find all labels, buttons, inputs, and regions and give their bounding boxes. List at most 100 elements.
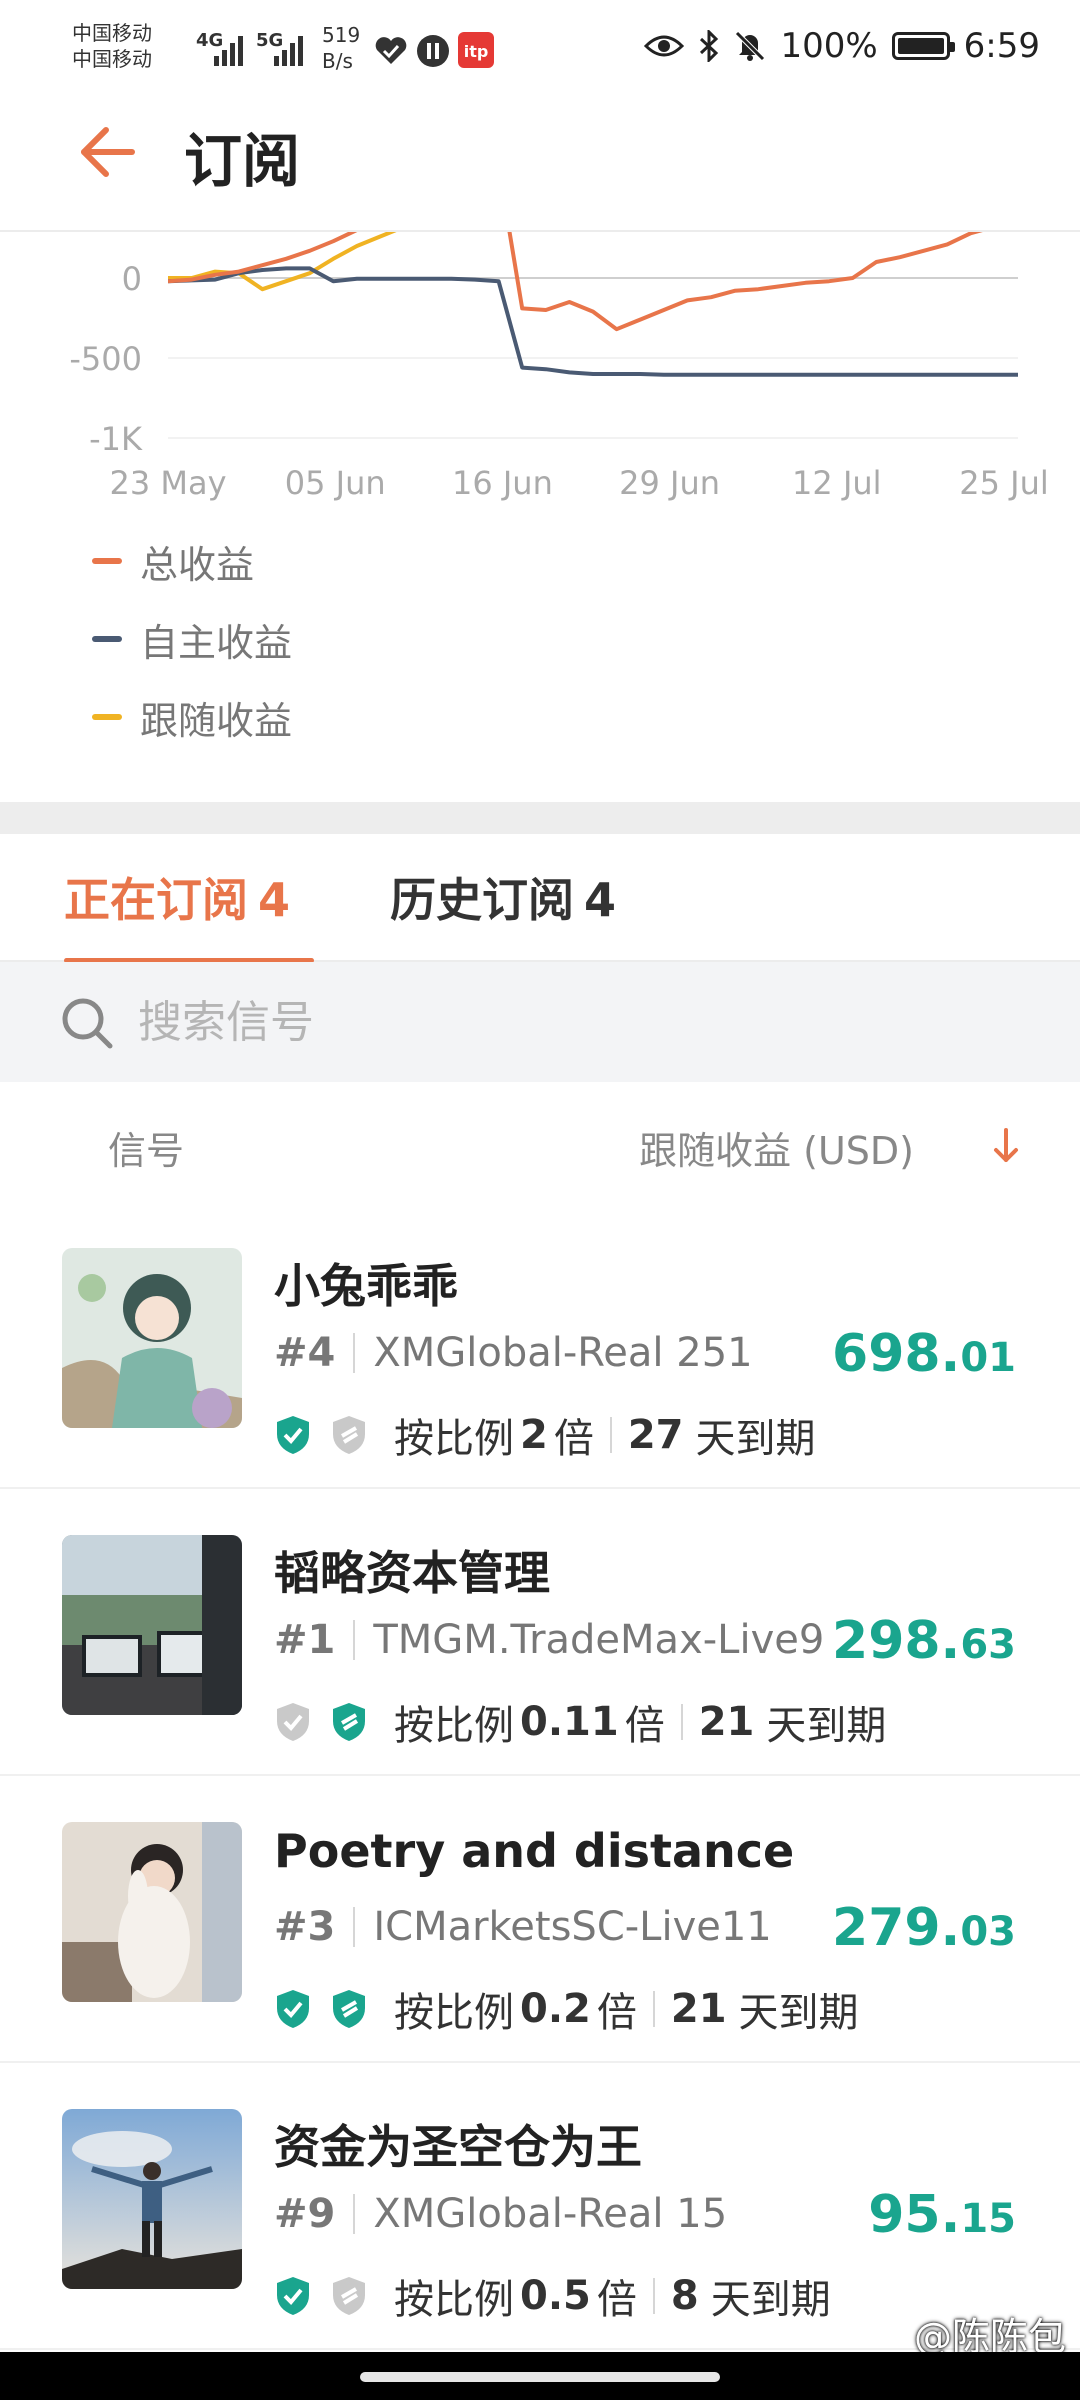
signal-server: XMGlobal-Real 251 bbox=[373, 1330, 753, 1376]
ratio-prefix: 按比例 bbox=[394, 1990, 514, 2036]
x-tick-label: 12 Jul bbox=[792, 464, 882, 502]
battery-icon bbox=[891, 32, 955, 60]
profit-chart: 0 -500 -1K 23 May 05 Jun 16 Jun 29 Jun 12 Jul 25… bbox=[0, 232, 1080, 802]
search-bar bbox=[0, 962, 1080, 1082]
legend-label: 自主收益 bbox=[140, 620, 293, 665]
battery-percent: 100% bbox=[780, 26, 878, 66]
page-title: 订阅 bbox=[184, 127, 301, 195]
x-tick-label: 25 Jul bbox=[959, 464, 1049, 502]
y-tick-label: -1K bbox=[89, 420, 143, 458]
protection-shield-icon bbox=[333, 1990, 365, 2028]
signal-name: 韬略资本管理 bbox=[274, 1546, 550, 1600]
follow-profit: 298.63 bbox=[832, 1611, 1016, 1671]
signal-icon bbox=[214, 36, 243, 66]
x-tick-label: 23 May bbox=[109, 464, 226, 502]
ratio-value: 0.2 bbox=[520, 1986, 591, 2032]
follow-profit: 279.03 bbox=[832, 1898, 1016, 1958]
ratio-suffix: 倍 bbox=[624, 1703, 665, 1749]
list-item[interactable]: 小兔乖乖 #4 XMGlobal-Real 251 按比例 2 倍 27 天到期… bbox=[0, 1202, 1080, 1489]
signal-badges: 按比例 0.11 倍 21 天到期 bbox=[274, 1693, 886, 1751]
avatar bbox=[62, 1535, 242, 1715]
verified-shield-icon bbox=[277, 1703, 309, 1741]
signal-name: 资金为圣空仓为王 bbox=[274, 2120, 642, 2174]
profit-integer: 95. bbox=[868, 2185, 961, 2245]
back-arrow-icon[interactable] bbox=[78, 122, 138, 182]
heart-icon bbox=[375, 37, 407, 64]
search-input[interactable] bbox=[138, 990, 1018, 1054]
carrier-1: 中国移动 bbox=[72, 21, 152, 45]
net-speed-value: 519 bbox=[322, 23, 361, 47]
legend-label: 总收益 bbox=[140, 542, 255, 587]
badge-divider bbox=[680, 1704, 683, 1740]
days-suffix: 天到期 bbox=[710, 2277, 831, 2323]
signal-badges: 按比例 0.5 倍 8 天到期 bbox=[274, 2267, 831, 2325]
y-tick-label: -500 bbox=[69, 340, 142, 378]
x-tick-label: 05 Jun bbox=[285, 464, 386, 502]
legend-item[interactable]: 跟随收益 bbox=[92, 678, 292, 756]
profit-integer: 698. bbox=[832, 1324, 961, 1384]
search-icon bbox=[62, 998, 113, 1049]
ratio-value: 0.5 bbox=[520, 2273, 591, 2319]
ratio-prefix: 按比例 bbox=[394, 1703, 514, 1749]
signal-badges: 按比例 0.2 倍 21 天到期 bbox=[274, 1980, 859, 2038]
meta-divider bbox=[353, 1333, 356, 1373]
signal-rank: #1 bbox=[274, 1617, 336, 1663]
app-header: 订阅 bbox=[0, 92, 1080, 232]
ratio-value: 0.11 bbox=[520, 1699, 619, 1745]
ratio-suffix: 倍 bbox=[553, 1416, 594, 1462]
home-gesture-handle[interactable] bbox=[360, 2372, 720, 2382]
system-nav-bar bbox=[0, 2352, 1080, 2400]
signal-meta: #9 XMGlobal-Real 15 bbox=[274, 2191, 727, 2237]
ratio-suffix: 倍 bbox=[596, 1990, 637, 2036]
series-line-0 bbox=[168, 232, 983, 332]
signal-rank: #3 bbox=[274, 1904, 336, 1950]
profit-decimal: 03 bbox=[960, 1909, 1016, 1955]
y-tick-label: 0 bbox=[122, 260, 142, 298]
net-speed-unit: B/s bbox=[322, 49, 353, 73]
days-remaining: 27 bbox=[627, 1412, 684, 1458]
days-remaining: 21 bbox=[670, 1986, 727, 2032]
profit-decimal: 01 bbox=[960, 1335, 1016, 1381]
profit-integer: 298. bbox=[832, 1611, 961, 1671]
follow-profit: 95.15 bbox=[868, 2185, 1016, 2245]
bluetooth-icon bbox=[700, 30, 719, 62]
list-column-headers: 信号 跟随收益 (USD) bbox=[0, 1082, 1080, 1202]
legend-swatch bbox=[92, 714, 122, 720]
meta-divider bbox=[353, 1620, 356, 1660]
tab-history-label: 历史订阅 bbox=[390, 873, 574, 927]
signal-badges: 按比例 2 倍 27 天到期 bbox=[274, 1406, 816, 1464]
list-item[interactable]: Poetry and distance #3 ICMarketsSC-Live1… bbox=[0, 1776, 1080, 2063]
section-divider bbox=[0, 802, 1080, 834]
signal-rank: #4 bbox=[274, 1330, 336, 1376]
profit-decimal: 15 bbox=[960, 2196, 1016, 2242]
x-tick-label: 16 Jun bbox=[452, 464, 553, 502]
protection-shield-icon bbox=[333, 2277, 365, 2315]
signal-rank: #9 bbox=[274, 2191, 336, 2237]
tab-current-count: 4 bbox=[258, 873, 291, 927]
list-item[interactable]: 韬略资本管理 #1 TMGM.TradeMax-Live9 按比例 0.11 倍… bbox=[0, 1489, 1080, 1776]
clock: 6:59 bbox=[963, 26, 1040, 66]
notification-app-icon: itp bbox=[458, 32, 494, 68]
signal-meta: #4 XMGlobal-Real 251 bbox=[274, 1330, 753, 1376]
legend-item[interactable]: 自主收益 bbox=[92, 600, 292, 678]
x-tick-label: 29 Jun bbox=[619, 464, 720, 502]
signal-meta: #3 ICMarketsSC-Live11 bbox=[274, 1904, 772, 1950]
avatar bbox=[62, 1248, 242, 1428]
chart-legend: 总收益自主收益跟随收益 bbox=[92, 522, 292, 756]
meta-divider bbox=[353, 1907, 356, 1947]
sort-down-icon[interactable] bbox=[986, 1122, 1026, 1168]
verified-shield-icon bbox=[277, 1990, 309, 2028]
legend-swatch bbox=[92, 558, 122, 564]
days-remaining: 21 bbox=[698, 1699, 755, 1745]
tab-current-subscriptions[interactable]: 正在订阅 4 bbox=[64, 864, 290, 930]
legend-item[interactable]: 总收益 bbox=[92, 522, 292, 600]
column-signal: 信号 bbox=[108, 1129, 185, 1173]
verified-shield-icon bbox=[277, 1416, 309, 1454]
legend-label: 跟随收益 bbox=[140, 698, 293, 743]
protection-shield-icon bbox=[333, 1416, 365, 1454]
mute-icon bbox=[735, 31, 766, 61]
tab-history-subscriptions[interactable]: 历史订阅 4 bbox=[390, 864, 616, 930]
status-bar: 中国移动 中国移动 4G 5G 519 B/s itp 100% 6:59 bbox=[0, 0, 1080, 92]
column-follow-profit[interactable]: 跟随收益 (USD) bbox=[639, 1120, 914, 1175]
days-suffix: 天到期 bbox=[738, 1990, 859, 2036]
